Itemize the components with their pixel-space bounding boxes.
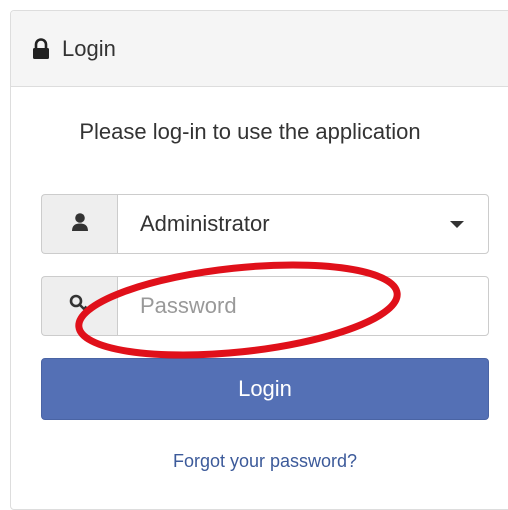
login-prompt: Please log-in to use the application [79, 119, 421, 144]
password-group [41, 276, 489, 336]
user-select[interactable]: Administrator [117, 194, 489, 254]
lock-icon [32, 37, 50, 60]
user-icon [71, 212, 89, 237]
panel-title: Login [62, 35, 116, 61]
chevron-down-icon [450, 220, 464, 228]
user-select-group: Administrator [41, 194, 489, 254]
login-button[interactable]: Login [41, 358, 489, 420]
key-icon [69, 293, 91, 320]
user-select-value: Administrator [140, 211, 270, 236]
user-icon-addon [41, 194, 117, 254]
login-panel: Login Please log-in to use the applicati… [10, 10, 508, 510]
forgot-password-link[interactable]: Forgot your password? [11, 451, 508, 472]
key-icon-addon [41, 276, 117, 336]
password-input[interactable] [117, 276, 489, 336]
panel-heading: Login [11, 11, 508, 87]
